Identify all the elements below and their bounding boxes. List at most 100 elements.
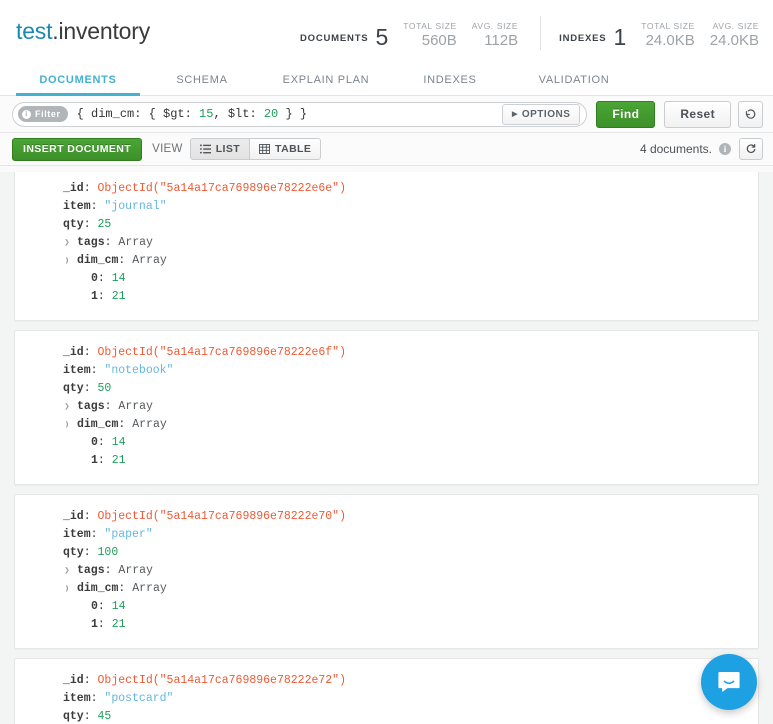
array-item-row: 0: 14: [91, 272, 126, 285]
array-value: 14: [111, 272, 126, 285]
documents-total-size-value: 560B: [421, 32, 457, 49]
filter-number-1: 15: [199, 107, 214, 121]
field-value: Array: [132, 418, 167, 431]
field-key: dim_cm: [77, 582, 119, 595]
field-key: qty: [63, 710, 84, 723]
filter-badge-label: Filter: [35, 109, 61, 119]
chat-widget-button[interactable]: [701, 654, 757, 710]
field-value: 45: [97, 710, 112, 723]
field-key: tags: [77, 564, 105, 577]
field-row-dim-cm[interactable]: ❫ dim_cm: Array: [15, 580, 758, 598]
field-row-dim-cm[interactable]: ❫ dim_cm: Array: [15, 416, 758, 434]
query-history-icon[interactable]: [738, 100, 763, 128]
field-row-tags[interactable]: ❯ tags: Array: [15, 562, 758, 580]
field-row-dim-cm[interactable]: ❫ dim_cm: Array: [15, 252, 758, 270]
documents-stats: Documents 5 Total Size 560B Avg. Size 11…: [300, 21, 518, 50]
find-button[interactable]: Find: [596, 100, 656, 128]
field-key: dim_cm: [77, 418, 119, 431]
field-row-item: item: "notebook": [63, 364, 174, 377]
list-view-label: List: [215, 143, 241, 155]
chevron-down-icon[interactable]: ❫: [61, 252, 73, 270]
chevron-right-icon[interactable]: ❯: [61, 562, 73, 580]
field-row-qty: qty: 100: [63, 546, 119, 559]
field-row-tags[interactable]: ❯ tags: Array: [15, 234, 758, 252]
document-toolbar: Insert Document VIEW List: [0, 133, 773, 166]
indexes-total-size-value: 24.0KB: [645, 32, 695, 49]
field-key: qty: [63, 218, 84, 231]
field-row-id: _id: ObjectId("5a14a17ca769896e78222e6f"…: [63, 346, 346, 359]
documents-stat-count: 5: [375, 24, 389, 50]
field-key: _id: [63, 510, 84, 523]
documents-stat-label: Documents: [300, 33, 369, 44]
list-view-button[interactable]: List: [189, 138, 251, 160]
field-value: Array: [132, 254, 167, 267]
indexes-avg-size-label: Avg. Size: [712, 20, 759, 31]
tab-schema[interactable]: Schema: [140, 74, 264, 96]
table-view-button[interactable]: Table: [250, 138, 322, 160]
indexes-stats: Indexes 1 Total Size 24.0KB Avg. Size 24…: [559, 21, 759, 50]
chat-bubble-icon: [718, 671, 740, 693]
view-mode-switch: List Table: [189, 138, 322, 160]
document-list[interactable]: _id: ObjectId("5a14a17ca769896e78222e6e"…: [0, 172, 773, 724]
field-key: tags: [77, 400, 105, 413]
tab-indexes[interactable]: Indexes: [388, 74, 512, 96]
field-row-item: item: "journal": [63, 200, 167, 213]
field-value: Array: [118, 400, 153, 413]
collection-name: inventory: [58, 17, 151, 44]
tab-explain-plan[interactable]: Explain Plan: [264, 74, 388, 96]
info-icon: i: [22, 109, 31, 119]
filter-prefix: { dim_cm: { $gt:: [76, 107, 200, 121]
document-card[interactable]: _id: ObjectId("5a14a17ca769896e78222e70"…: [14, 494, 759, 649]
array-item-row: 0: 14: [91, 436, 126, 449]
list-icon: [199, 144, 211, 154]
tab-validation[interactable]: Validation: [512, 74, 636, 96]
field-row-item: item: "postcard": [63, 692, 174, 705]
field-key: tags: [77, 236, 105, 249]
chevron-right-icon[interactable]: ❯: [61, 234, 73, 252]
array-value: 21: [111, 618, 126, 631]
array-item-row: 1: 21: [91, 618, 126, 631]
field-row-qty: qty: 25: [63, 218, 112, 231]
document-count-area: 4 documents. i: [640, 138, 763, 160]
chevron-down-icon[interactable]: ❫: [61, 580, 73, 598]
options-button[interactable]: ▶ Options: [501, 103, 581, 125]
array-value: 14: [111, 436, 126, 449]
chevron-right-icon[interactable]: ❯: [61, 398, 73, 416]
field-value: Array: [132, 582, 167, 595]
field-value: Array: [118, 236, 153, 249]
document-card[interactable]: _id: ObjectId("5a14a17ca769896e78222e6e"…: [14, 172, 759, 321]
reset-button[interactable]: Reset: [664, 100, 731, 128]
indexes-stat-label: Indexes: [559, 33, 607, 44]
field-value: "notebook": [104, 364, 174, 377]
field-key: qty: [63, 546, 84, 559]
field-value: 25: [97, 218, 112, 231]
array-item-row: 1: 21: [91, 290, 126, 303]
documents-total-size-label: Total Size: [403, 20, 457, 31]
sampling-info-icon[interactable]: i: [719, 143, 731, 155]
array-index: 0: [91, 436, 98, 449]
view-label: VIEW: [152, 143, 183, 155]
collection-tabs: Documents Schema Explain Plan Indexes Va…: [0, 62, 773, 96]
insert-document-button[interactable]: Insert Document: [12, 137, 143, 161]
field-key: item: [63, 692, 91, 705]
tab-documents[interactable]: Documents: [16, 74, 140, 96]
filter-input[interactable]: i Filter { dim_cm: { $gt: 15, $lt: 20 } …: [12, 101, 588, 127]
field-value: 100: [97, 546, 119, 559]
field-value: ObjectId("5a14a17ca769896e78222e6e"): [97, 182, 346, 195]
document-card[interactable]: _id: ObjectId("5a14a17ca769896e78222e6f"…: [14, 330, 759, 485]
field-row-tags[interactable]: ❯ tags: Array: [15, 398, 758, 416]
array-index: 0: [91, 272, 98, 285]
field-value: "journal": [104, 200, 167, 213]
documents-total-size: Total Size 560B: [403, 21, 457, 50]
array-index: 0: [91, 600, 98, 613]
document-card[interactable]: _id: ObjectId("5a14a17ca769896e78222e72"…: [14, 658, 759, 724]
chevron-down-icon[interactable]: ❫: [61, 416, 73, 434]
indexes-stat-count: 1: [613, 24, 627, 50]
field-value: "postcard": [104, 692, 174, 705]
field-row-item: item: "paper": [63, 528, 153, 541]
options-label: Options: [521, 108, 571, 120]
document-count-text: 4 documents.: [639, 142, 712, 156]
array-value: 21: [111, 454, 126, 467]
refresh-button[interactable]: [739, 138, 763, 160]
query-bar: i Filter { dim_cm: { $gt: 15, $lt: 20 } …: [0, 96, 773, 133]
